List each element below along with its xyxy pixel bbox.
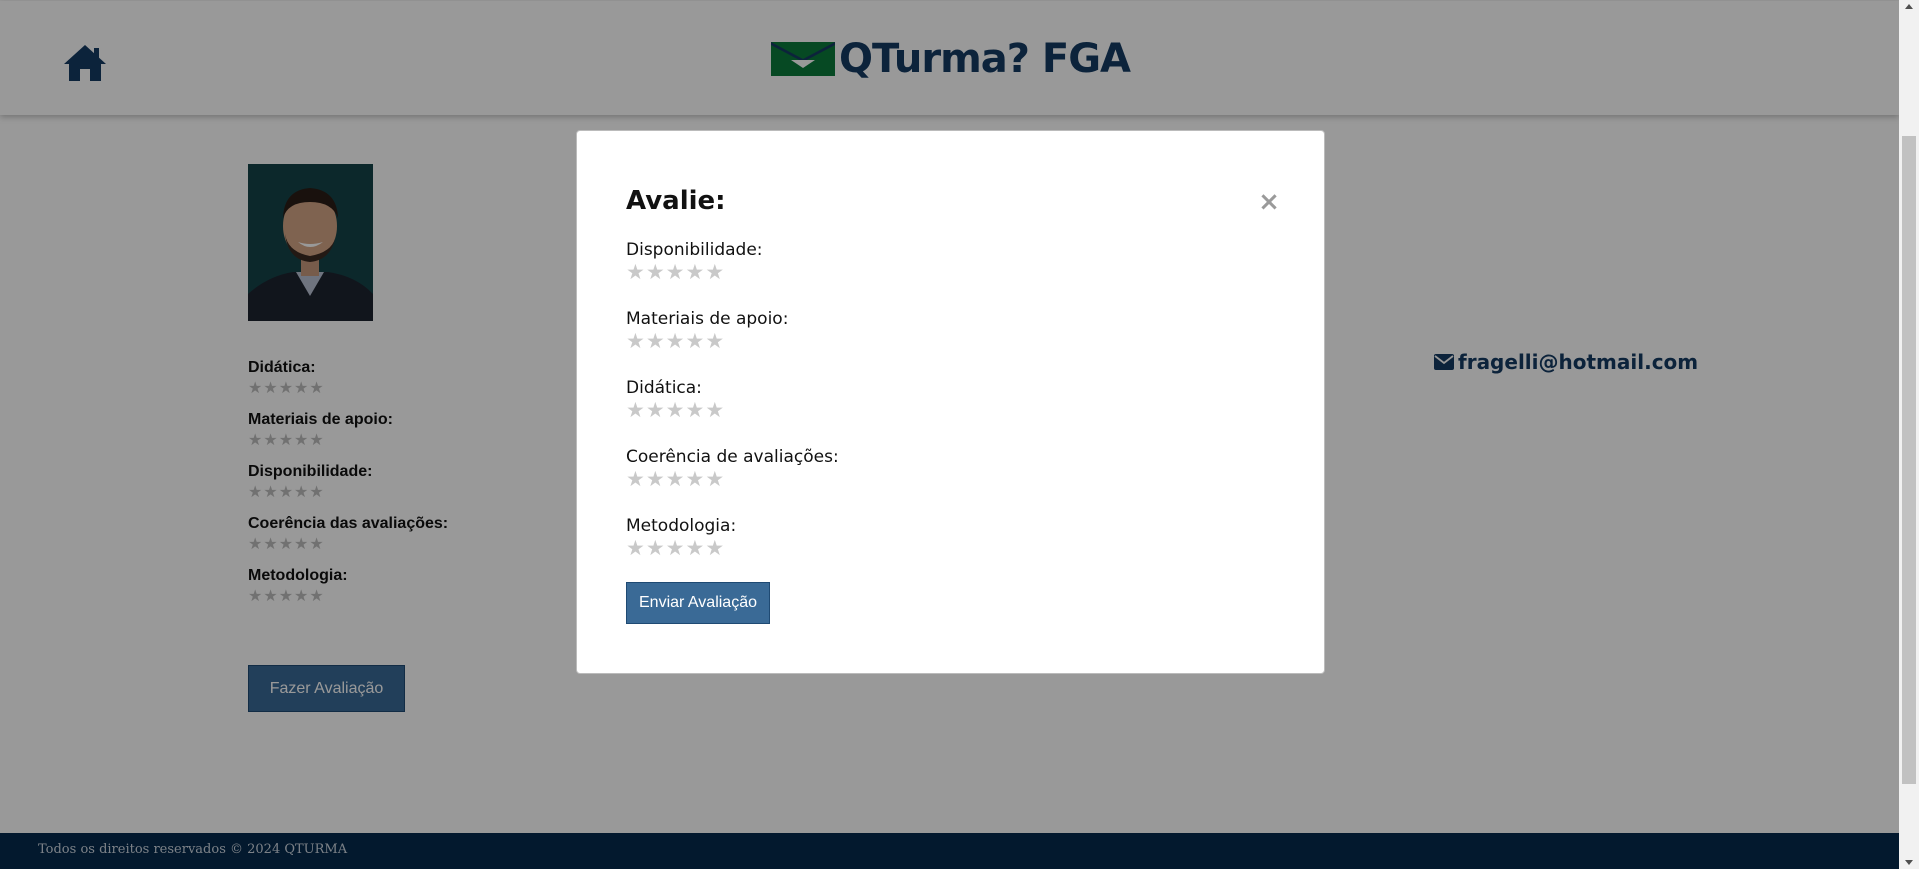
review-modal: Avalie: × Disponibilidade: ★ ★ ★ ★ ★ Materia… [576, 130, 1325, 674]
star-icon[interactable]: ★ [626, 400, 645, 421]
field-disponibilidade: Disponibilidade: ★ ★ ★ ★ ★ [626, 239, 839, 308]
star-icon[interactable]: ★ [646, 469, 665, 490]
star-icon[interactable]: ★ [626, 469, 645, 490]
star-icon[interactable]: ★ [646, 331, 665, 352]
field-label: Metodologia: [626, 516, 737, 536]
review-fields: Disponibilidade: ★ ★ ★ ★ ★ Materiais de apoi… [626, 239, 839, 584]
star-icon[interactable]: ★ [705, 538, 724, 559]
star-rating-input[interactable]: ★ ★ ★ ★ ★ [626, 262, 839, 283]
scroll-down-arrow-icon[interactable] [1905, 860, 1913, 865]
star-icon[interactable]: ★ [626, 538, 645, 559]
field-metodologia: Metodologia: ★ ★ ★ ★ ★ [626, 515, 839, 584]
submit-review-button[interactable]: Enviar Avaliação [626, 582, 770, 624]
modal-title: Avalie: [626, 186, 726, 216]
field-materiais: Materiais de apoio: ★ ★ ★ ★ ★ [626, 308, 839, 377]
star-icon[interactable]: ★ [666, 331, 685, 352]
field-label: Materiais de apoio: [626, 309, 789, 329]
star-icon[interactable]: ★ [666, 538, 685, 559]
scroll-up-arrow-icon[interactable] [1905, 4, 1913, 9]
star-icon[interactable]: ★ [705, 262, 724, 283]
field-coerencia: Coerência de avaliações: ★ ★ ★ ★ ★ [626, 446, 839, 515]
star-icon[interactable]: ★ [646, 538, 665, 559]
field-label: Didática: [626, 378, 702, 398]
star-icon[interactable]: ★ [646, 400, 665, 421]
page-scrollbar[interactable] [1899, 0, 1919, 869]
star-icon[interactable]: ★ [626, 331, 645, 352]
star-icon[interactable]: ★ [626, 262, 645, 283]
field-didatica: Didática: ★ ★ ★ ★ ★ [626, 377, 839, 446]
star-icon[interactable]: ★ [685, 469, 704, 490]
star-icon[interactable]: ★ [685, 538, 704, 559]
star-rating-input[interactable]: ★ ★ ★ ★ ★ [626, 331, 839, 352]
scroll-thumb[interactable] [1902, 136, 1916, 784]
star-icon[interactable]: ★ [685, 400, 704, 421]
star-icon[interactable]: ★ [666, 469, 685, 490]
close-icon[interactable]: × [1254, 187, 1284, 217]
star-icon[interactable]: ★ [666, 400, 685, 421]
star-icon[interactable]: ★ [646, 262, 665, 283]
star-icon[interactable]: ★ [666, 262, 685, 283]
star-icon[interactable]: ★ [705, 469, 724, 490]
star-icon[interactable]: ★ [705, 331, 724, 352]
star-rating-input[interactable]: ★ ★ ★ ★ ★ [626, 538, 839, 559]
star-icon[interactable]: ★ [685, 331, 704, 352]
field-label: Disponibilidade: [626, 240, 763, 260]
star-icon[interactable]: ★ [705, 400, 724, 421]
star-rating-input[interactable]: ★ ★ ★ ★ ★ [626, 469, 839, 490]
star-rating-input[interactable]: ★ ★ ★ ★ ★ [626, 400, 839, 421]
star-icon[interactable]: ★ [685, 262, 704, 283]
field-label: Coerência de avaliações: [626, 447, 839, 467]
